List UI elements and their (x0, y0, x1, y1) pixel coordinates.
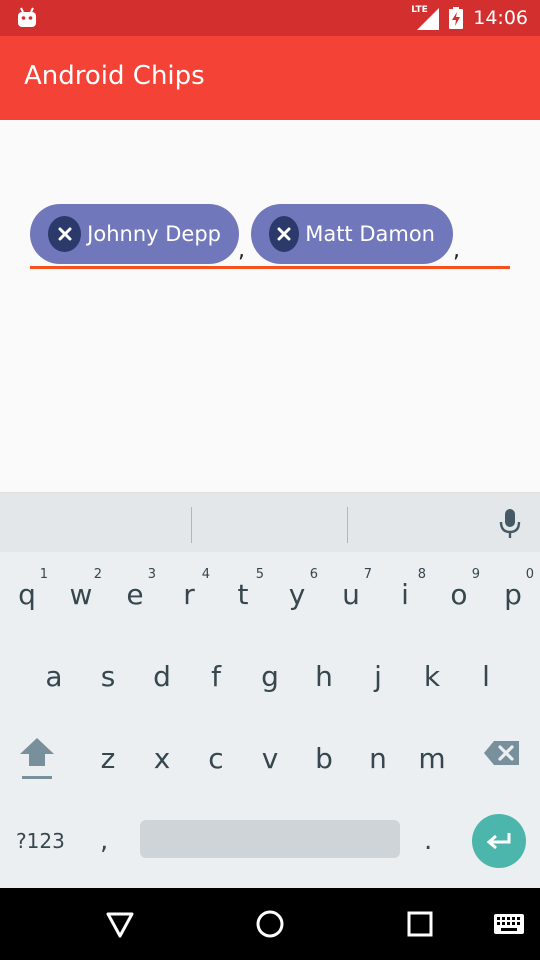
key-d[interactable]: d (135, 636, 189, 718)
chip-separator: , (453, 238, 460, 263)
key-h[interactable]: h (297, 636, 351, 718)
backspace-icon[interactable] (482, 738, 522, 768)
key-o[interactable]: o9 (432, 554, 486, 636)
key-t[interactable]: t5 (216, 554, 270, 636)
key-e[interactable]: e3 (108, 554, 162, 636)
key-z[interactable]: z (81, 718, 135, 800)
soft-keyboard: q1 w2 e3 r4 t5 y6 u7 i8 o9 p0 a s d f g … (0, 492, 540, 888)
key-v[interactable]: v (243, 718, 297, 800)
page-title: Android Chips (24, 61, 205, 91)
period-key[interactable]: . (424, 800, 432, 882)
key-n[interactable]: n (351, 718, 405, 800)
key-x[interactable]: x (135, 718, 189, 800)
key-g[interactable]: g (243, 636, 297, 718)
app-bar: Android Chips (0, 36, 540, 120)
chip-label: Johnny Depp (87, 222, 221, 246)
key-l[interactable]: l (459, 636, 513, 718)
chip-label: Matt Damon (305, 222, 435, 246)
key-m[interactable]: m (405, 718, 459, 800)
key-i[interactable]: i8 (378, 554, 432, 636)
key-p[interactable]: p0 (486, 554, 540, 636)
back-icon[interactable] (102, 906, 138, 942)
suggestion-divider (191, 507, 192, 543)
suggestion-divider (347, 507, 348, 543)
recents-icon[interactable] (402, 906, 438, 942)
key-s[interactable]: s (81, 636, 135, 718)
status-time: 14:06 (473, 7, 528, 29)
key-u[interactable]: u7 (324, 554, 378, 636)
key-c[interactable]: c (189, 718, 243, 800)
key-a[interactable]: a (27, 636, 81, 718)
close-icon[interactable] (269, 216, 300, 252)
key-f[interactable]: f (189, 636, 243, 718)
key-w[interactable]: w2 (54, 554, 108, 636)
key-r[interactable]: r4 (162, 554, 216, 636)
key-j[interactable]: j (351, 636, 405, 718)
shift-icon[interactable] (16, 732, 58, 786)
suggestion-strip (0, 492, 540, 552)
key-y[interactable]: y6 (270, 554, 324, 636)
chip-separator: , (238, 238, 245, 263)
close-icon[interactable] (48, 216, 82, 252)
space-bar[interactable] (140, 820, 400, 858)
signal-icon: LTE (411, 5, 441, 30)
chip-matt-damon[interactable]: Matt Damon (251, 204, 453, 264)
chip-johnny-depp[interactable]: Johnny Depp (30, 204, 239, 264)
navigation-bar (0, 888, 540, 960)
keyboard-row-4: ?123 , . (0, 800, 540, 882)
key-q[interactable]: q1 (0, 554, 54, 636)
keyboard-icon[interactable] (492, 906, 526, 942)
android-icon (18, 7, 36, 27)
keyboard-row-1: q1 w2 e3 r4 t5 y6 u7 i8 o9 p0 (0, 554, 540, 636)
enter-icon (486, 833, 511, 850)
key-k[interactable]: k (405, 636, 459, 718)
status-bar: LTE 14:06 (0, 0, 540, 36)
comma-key[interactable]: , (100, 800, 108, 882)
mic-icon[interactable] (498, 509, 522, 539)
chips-input[interactable]: Johnny Depp , Matt Damon , (30, 204, 510, 269)
symbols-key[interactable]: ?123 (16, 800, 65, 882)
key-b[interactable]: b (297, 718, 351, 800)
home-icon[interactable] (252, 906, 288, 942)
battery-charging-icon (449, 7, 464, 29)
enter-button[interactable] (472, 814, 526, 868)
input-underline (30, 266, 510, 269)
keyboard-row-2: a s d f g h j k l (0, 636, 540, 718)
keyboard-row-3: z x c v b n m (0, 718, 540, 800)
